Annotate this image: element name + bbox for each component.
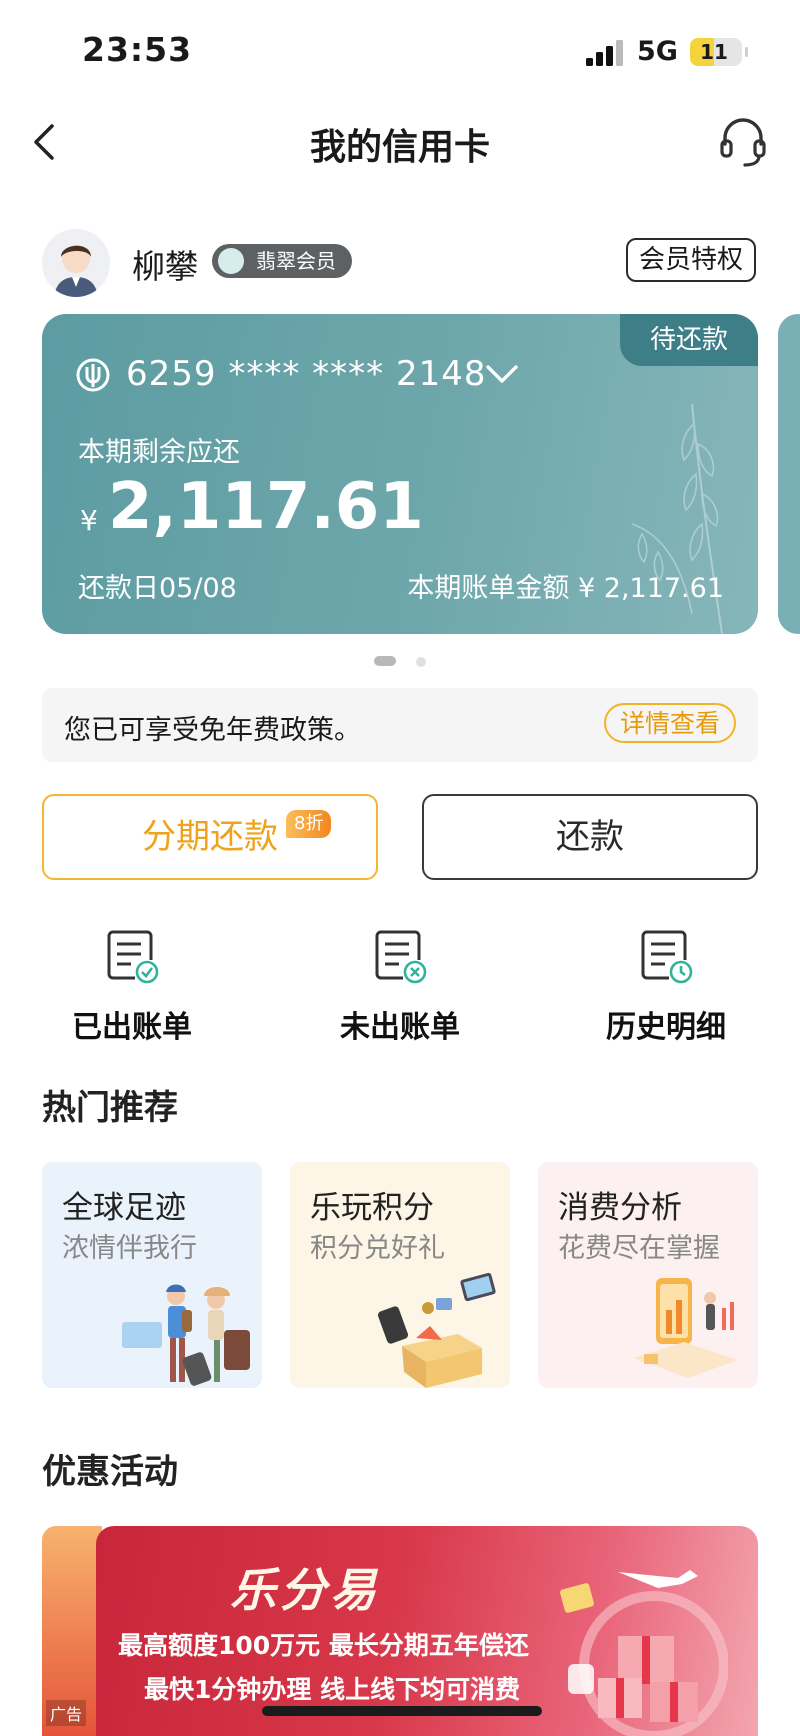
battery-level: 11 — [700, 40, 728, 64]
promo-line-2: 最快1分钟办理 线上线下均可消费 — [144, 1675, 521, 1704]
annual-fee-notice: 您已可享受免年费政策。 详情查看 — [42, 688, 758, 762]
card-pager — [374, 656, 434, 668]
home-indicator[interactable] — [262, 1706, 542, 1716]
member-gem-icon — [218, 248, 244, 274]
member-level-badge[interactable]: 翡翠会员 — [212, 244, 352, 278]
rec-card-fun-points[interactable]: 乐玩积分 积分兑好礼 — [290, 1162, 510, 1388]
ad-tag: 广告 — [46, 1700, 87, 1726]
travelers-illustration-icon — [122, 1284, 250, 1386]
due-date: 还款日05/08 — [78, 573, 237, 604]
repay-button[interactable]: 还款 — [422, 794, 758, 880]
promo-section-title: 优惠活动 — [42, 1452, 178, 1492]
prev-promo-peek[interactable]: 广告 — [42, 1526, 102, 1736]
bill-label: 已出账单 — [72, 1010, 192, 1045]
remaining-amount: 2,117.61 — [108, 470, 424, 544]
unissued-bill-entry[interactable]: 未出账单 — [310, 928, 490, 1046]
bill-x-icon — [375, 930, 427, 984]
bank-logo-icon — [76, 358, 110, 392]
hot-section-title: 热门推荐 — [42, 1088, 178, 1128]
issued-bill-entry[interactable]: 已出账单 — [42, 928, 222, 1046]
promo-line-1: 最高额度100万元 最长分期五年偿还 — [118, 1631, 529, 1660]
installment-label: 分期还款 — [142, 817, 278, 857]
bill-label: 未出账单 — [340, 1010, 460, 1045]
member-privilege-button[interactable]: 会员特权 — [626, 238, 756, 282]
customer-service-icon[interactable] — [718, 114, 768, 168]
credit-card[interactable]: 待还款 6259 **** **** 2148 本期剩余应还 ¥ 2,117.6… — [42, 314, 758, 634]
network-label: 5G — [637, 36, 678, 67]
rec-card-global-footprint[interactable]: 全球足迹 浓情伴我行 — [42, 1162, 262, 1388]
remaining-label: 本期剩余应还 — [78, 437, 240, 468]
rec-subtitle: 花费尽在掌握 — [558, 1233, 720, 1264]
user-name: 柳攀 — [132, 247, 198, 286]
card-status-tag: 待还款 — [620, 314, 758, 366]
currency-symbol: ¥ — [80, 504, 98, 537]
promo-banner[interactable]: 乐分易 最高额度100万元 最长分期五年偿还 最快1分钟办理 线上线下均可消费 — [96, 1526, 758, 1736]
notice-text: 您已可享受免年费政策。 — [64, 715, 361, 746]
gift-boxes-icon — [560, 1570, 728, 1736]
page-title: 我的信用卡 — [309, 127, 490, 168]
installment-repay-button[interactable]: 分期还款 8折 — [42, 794, 378, 880]
history-detail-entry[interactable]: 历史明细 — [576, 928, 756, 1046]
wheat-decoration-icon — [631, 403, 723, 634]
bill-clock-icon — [641, 930, 693, 984]
bill-label: 历史明细 — [606, 1010, 726, 1045]
card-number: 6259 **** **** 2148 — [126, 354, 487, 394]
status-time: 23:53 — [82, 30, 193, 69]
discount-badge: 8折 — [286, 810, 332, 838]
rec-title: 乐玩积分 — [310, 1190, 434, 1226]
analysis-illustration-icon — [634, 1278, 738, 1378]
rec-title: 消费分析 — [558, 1190, 682, 1226]
member-level-label: 翡翠会员 — [256, 249, 336, 273]
next-card-peek[interactable] — [778, 314, 800, 634]
rec-subtitle: 积分兑好礼 — [310, 1233, 445, 1264]
rec-title: 全球足迹 — [62, 1190, 186, 1226]
view-details-button[interactable]: 详情查看 — [603, 703, 736, 743]
promo-brand: 乐分易 — [230, 1563, 380, 1617]
gift-box-illustration-icon — [377, 1272, 496, 1388]
avatar[interactable] — [42, 229, 110, 297]
rec-card-spending-analysis[interactable]: 消费分析 花费尽在掌握 — [538, 1162, 758, 1388]
battery-icon: 11 — [690, 38, 748, 66]
bill-check-icon — [107, 930, 159, 984]
signal-icon — [586, 40, 623, 66]
rec-subtitle: 浓情伴我行 — [62, 1233, 197, 1264]
chevron-down-icon[interactable] — [484, 362, 520, 386]
